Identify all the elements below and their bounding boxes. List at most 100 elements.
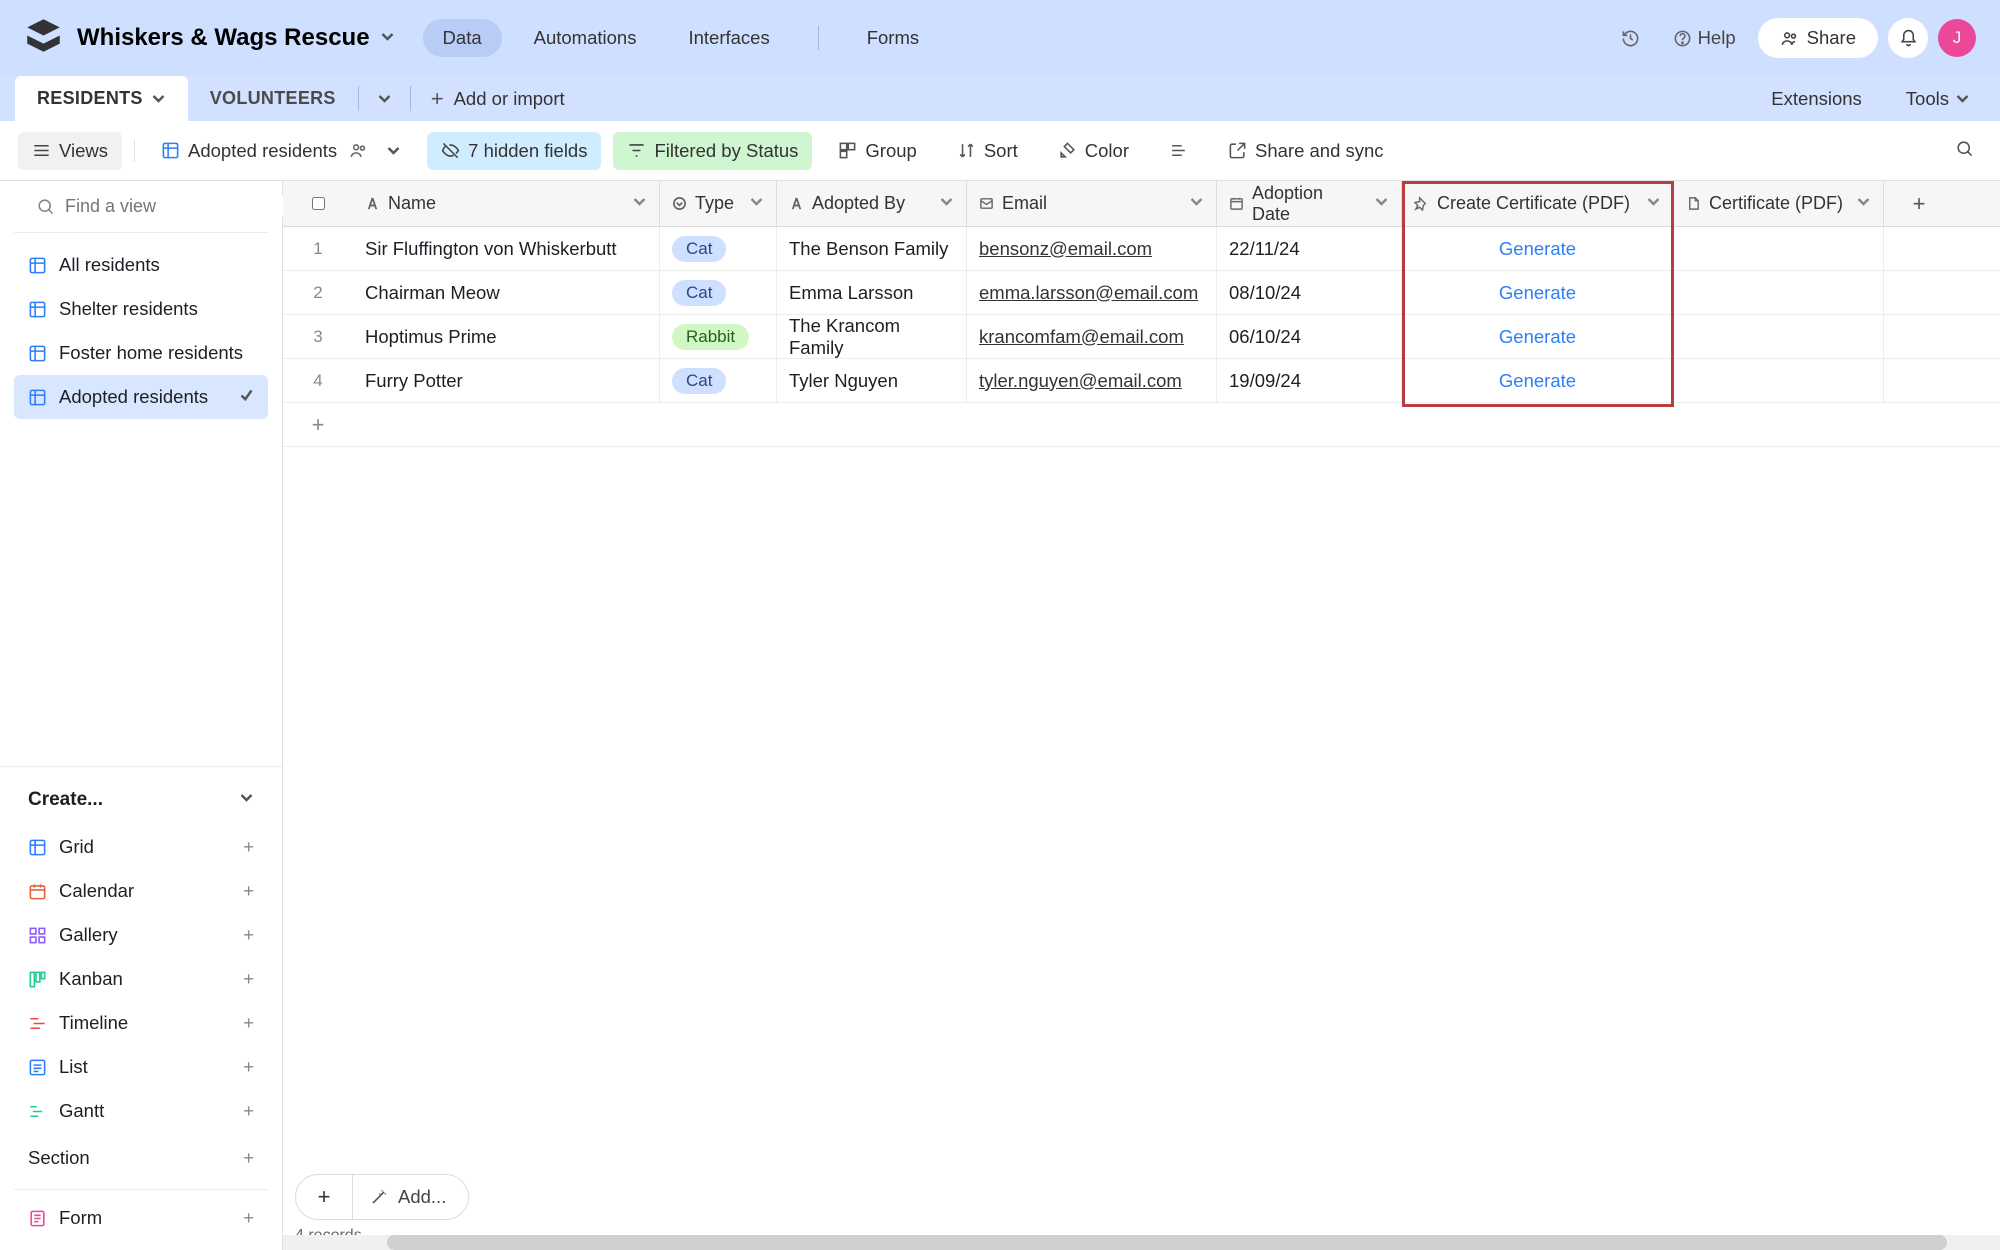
- chevron-down-icon[interactable]: [1646, 193, 1661, 214]
- cell-create-certificate[interactable]: Generate: [1402, 271, 1674, 314]
- cell-email[interactable]: krancomfam@email.com: [967, 315, 1217, 358]
- chevron-down-icon[interactable]: [380, 27, 395, 49]
- scrollbar-thumb[interactable]: [387, 1235, 1947, 1250]
- create-header[interactable]: Create...: [14, 767, 268, 825]
- table-tab-residents[interactable]: RESIDENTS: [15, 76, 188, 121]
- view-name-button[interactable]: Adopted residents: [147, 132, 415, 170]
- create-kanban[interactable]: Kanban +: [14, 957, 268, 1001]
- chevron-down-icon[interactable]: [632, 193, 647, 214]
- cell-name[interactable]: Sir Fluffington von Whiskerbutt: [353, 227, 660, 270]
- cell-email[interactable]: emma.larsson@email.com: [967, 271, 1217, 314]
- cell-adoption-date[interactable]: 08/10/24: [1217, 271, 1402, 314]
- cell-create-certificate[interactable]: Generate: [1402, 359, 1674, 402]
- cell-certificate[interactable]: [1674, 271, 1884, 314]
- chevron-down-icon[interactable]: [1374, 193, 1389, 214]
- create-timeline[interactable]: Timeline +: [14, 1001, 268, 1045]
- generate-button[interactable]: Generate: [1499, 326, 1576, 348]
- group-button[interactable]: Group: [824, 132, 930, 170]
- column-header-adopted-by[interactable]: Adopted By: [777, 181, 967, 226]
- create-list[interactable]: List +: [14, 1045, 268, 1089]
- horizontal-scrollbar[interactable]: [283, 1235, 2000, 1250]
- cell-adoption-date[interactable]: 22/11/24: [1217, 227, 1402, 270]
- view-item-all-residents[interactable]: All residents: [14, 243, 268, 287]
- views-button[interactable]: Views: [18, 132, 122, 170]
- column-header-email[interactable]: Email: [967, 181, 1217, 226]
- nav-forms[interactable]: Forms: [847, 19, 939, 57]
- email-link[interactable]: emma.larsson@email.com: [979, 282, 1198, 304]
- help-button[interactable]: Help: [1661, 19, 1748, 57]
- color-button[interactable]: Color: [1044, 132, 1143, 170]
- cell-email[interactable]: tyler.nguyen@email.com: [967, 359, 1217, 402]
- nav-interfaces[interactable]: Interfaces: [668, 19, 789, 57]
- view-item-shelter-residents[interactable]: Shelter residents: [14, 287, 268, 331]
- cell-create-certificate[interactable]: Generate: [1402, 227, 1674, 270]
- header-checkbox[interactable]: [283, 181, 353, 226]
- cell-create-certificate[interactable]: Generate: [1402, 315, 1674, 358]
- table-tab-volunteers[interactable]: VOLUNTEERS: [188, 76, 358, 121]
- search-button[interactable]: [1947, 131, 1982, 171]
- column-header-type[interactable]: Type: [660, 181, 777, 226]
- cell-type[interactable]: Cat: [660, 227, 777, 270]
- cell-adoption-date[interactable]: 19/09/24: [1217, 359, 1402, 402]
- cell-email[interactable]: bensonz@email.com: [967, 227, 1217, 270]
- view-search-input[interactable]: [65, 196, 297, 217]
- email-link[interactable]: krancomfam@email.com: [979, 326, 1184, 348]
- cell-certificate[interactable]: [1674, 359, 1884, 402]
- create-calendar[interactable]: Calendar +: [14, 869, 268, 913]
- table-row[interactable]: 3Hoptimus PrimeRabbitThe Krancom Familyk…: [283, 315, 2000, 359]
- column-header-create-certificate[interactable]: Create Certificate (PDF): [1402, 181, 1674, 226]
- add-or-import-button[interactable]: + Add or import: [411, 76, 585, 121]
- tab-menu-button[interactable]: [359, 76, 410, 121]
- cell-type[interactable]: Cat: [660, 359, 777, 402]
- nav-data[interactable]: Data: [423, 19, 502, 57]
- create-section-row[interactable]: Section +: [14, 1133, 268, 1183]
- nav-automations[interactable]: Automations: [514, 19, 657, 57]
- table-row[interactable]: 2Chairman MeowCatEmma Larssonemma.larsso…: [283, 271, 2000, 315]
- chevron-down-icon[interactable]: [749, 193, 764, 214]
- cell-adoption-date[interactable]: 06/10/24: [1217, 315, 1402, 358]
- view-item-adopted-residents[interactable]: Adopted residents: [14, 375, 268, 419]
- chevron-down-icon[interactable]: [1189, 193, 1204, 214]
- table-row[interactable]: 1Sir Fluffington von WhiskerbuttCatThe B…: [283, 227, 2000, 271]
- avatar[interactable]: J: [1938, 19, 1976, 57]
- cell-certificate[interactable]: [1674, 227, 1884, 270]
- cell-name[interactable]: Chairman Meow: [353, 271, 660, 314]
- cell-name[interactable]: Hoptimus Prime: [353, 315, 660, 358]
- cell-type[interactable]: Rabbit: [660, 315, 777, 358]
- extensions-button[interactable]: Extensions: [1749, 76, 1884, 121]
- share-sync-button[interactable]: Share and sync: [1214, 132, 1398, 170]
- create-grid[interactable]: Grid +: [14, 825, 268, 869]
- generate-button[interactable]: Generate: [1499, 238, 1576, 260]
- create-form[interactable]: Form +: [14, 1196, 268, 1240]
- add-row[interactable]: +: [283, 403, 2000, 447]
- history-icon[interactable]: [1611, 18, 1651, 58]
- cell-adopted-by[interactable]: The Krancom Family: [777, 315, 967, 358]
- tools-button[interactable]: Tools: [1884, 76, 1992, 121]
- column-header-certificate[interactable]: Certificate (PDF): [1674, 181, 1884, 226]
- table-row[interactable]: 4Furry PotterCatTyler Nguyentyler.nguyen…: [283, 359, 2000, 403]
- cell-name[interactable]: Furry Potter: [353, 359, 660, 402]
- generate-button[interactable]: Generate: [1499, 370, 1576, 392]
- chevron-down-icon[interactable]: [939, 193, 954, 214]
- cell-certificate[interactable]: [1674, 315, 1884, 358]
- email-link[interactable]: tyler.nguyen@email.com: [979, 370, 1182, 392]
- cell-adopted-by[interactable]: Emma Larsson: [777, 271, 967, 314]
- row-height-button[interactable]: [1155, 133, 1202, 168]
- email-link[interactable]: bensonz@email.com: [979, 238, 1152, 260]
- add-field-button[interactable]: +: [1884, 181, 1954, 226]
- sort-button[interactable]: Sort: [943, 132, 1032, 170]
- cell-adopted-by[interactable]: Tyler Nguyen: [777, 359, 967, 402]
- base-name[interactable]: Whiskers & Wags Rescue: [77, 24, 370, 52]
- footer-add-row-button[interactable]: +: [295, 1174, 353, 1220]
- column-header-adoption-date[interactable]: Adoption Date: [1217, 181, 1402, 226]
- select-all-checkbox[interactable]: [312, 197, 325, 210]
- cell-adopted-by[interactable]: The Benson Family: [777, 227, 967, 270]
- generate-button[interactable]: Generate: [1499, 282, 1576, 304]
- view-item-foster-home-residents[interactable]: Foster home residents: [14, 331, 268, 375]
- create-gantt[interactable]: Gantt +: [14, 1089, 268, 1133]
- footer-add-menu-button[interactable]: Add...: [353, 1174, 469, 1220]
- bell-icon[interactable]: [1888, 18, 1928, 58]
- create-gallery[interactable]: Gallery +: [14, 913, 268, 957]
- hidden-fields-button[interactable]: 7 hidden fields: [427, 132, 601, 170]
- filter-button[interactable]: Filtered by Status: [613, 132, 812, 170]
